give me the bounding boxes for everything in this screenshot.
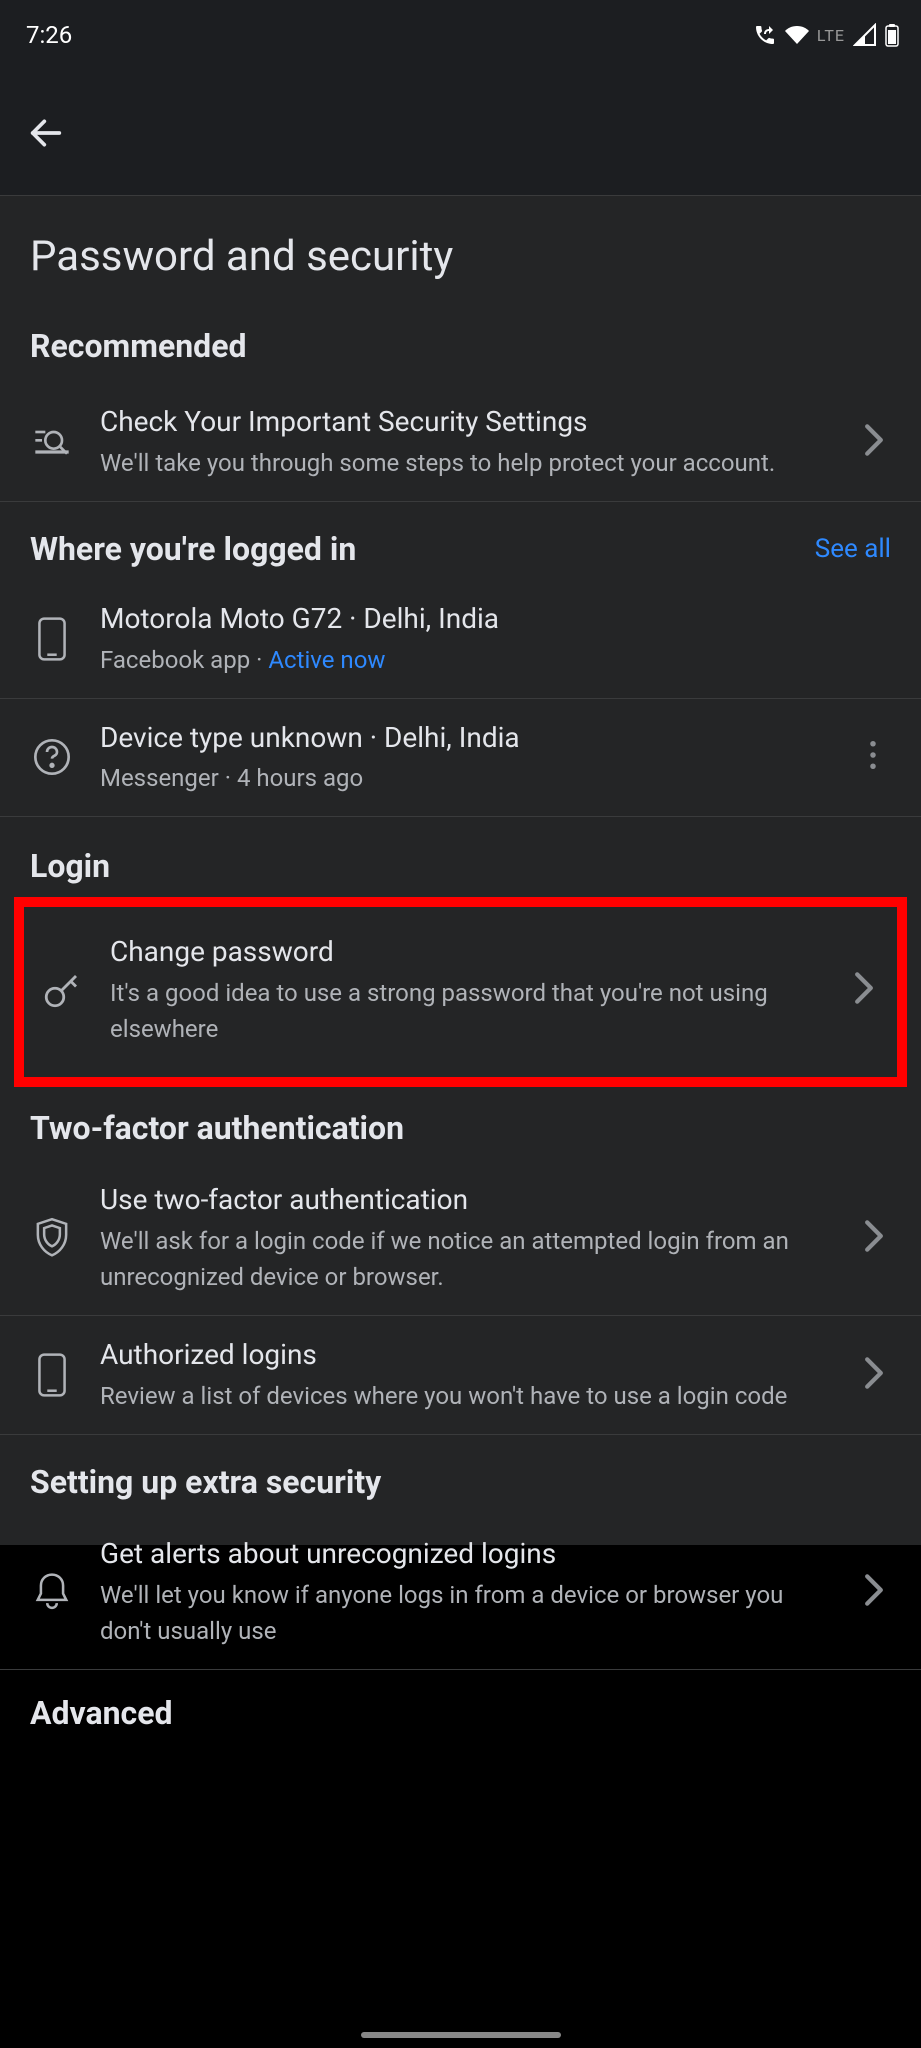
item-title: Check Your Important Security Settings [100, 403, 837, 441]
wifi-icon [785, 23, 809, 47]
home-indicator[interactable] [361, 2032, 561, 2038]
lte-label: LTE [817, 26, 845, 45]
device-title: Device type unknown · Delhi, India [100, 719, 839, 757]
item-subtitle: It's a good idea to use a strong passwor… [110, 975, 827, 1047]
status-bar: 7:26 LTE [0, 0, 921, 70]
section-two-factor-header: Two-factor authentication [0, 1087, 921, 1161]
page-title: Password and security [0, 196, 921, 281]
see-all-link[interactable]: See all [815, 534, 891, 564]
device-subtitle: Facebook app · Active now [100, 642, 891, 678]
item-title: Authorized logins [100, 1336, 837, 1374]
change-password-item[interactable]: Change password It's a good idea to use … [24, 907, 897, 1077]
chevron-right-icon [863, 1219, 885, 1253]
section-login-header: Login [0, 817, 921, 897]
arrow-left-icon [26, 113, 66, 153]
back-button[interactable] [22, 109, 70, 157]
section-logged-in-header-row: Where you're logged in See all [0, 502, 921, 580]
chevron-right-icon [853, 971, 875, 1005]
status-icons: LTE [753, 23, 899, 47]
section-advanced-header: Advanced [0, 1670, 921, 1736]
signal-icon [853, 23, 877, 47]
check-security-settings-item[interactable]: Check Your Important Security Settings W… [0, 383, 921, 501]
section-logged-in-header: Where you're logged in [30, 530, 356, 568]
device-unknown-item[interactable]: Device type unknown · Delhi, India Messe… [0, 699, 921, 817]
chevron-right-icon [863, 423, 885, 457]
item-title: Get alerts about unrecognized logins [100, 1535, 837, 1573]
key-icon [41, 969, 83, 1011]
chevron-right-icon [863, 1356, 885, 1390]
checklist-search-icon [32, 422, 72, 462]
section-recommended-header: Recommended [0, 281, 921, 383]
more-options-button[interactable] [865, 736, 891, 778]
item-title: Use two-factor authentication [100, 1181, 837, 1219]
app-header [0, 70, 921, 196]
status-time: 7:26 [26, 21, 72, 49]
section-extra-security-header: Setting up extra security [0, 1435, 921, 1515]
wifi-calling-icon [753, 23, 777, 47]
shield-icon [32, 1216, 72, 1260]
device-title: Motorola Moto G72 · Delhi, India [100, 600, 891, 638]
phone-icon [35, 1353, 69, 1397]
more-vertical-icon [869, 740, 877, 770]
item-title: Change password [110, 933, 827, 971]
item-subtitle: We'll ask for a login code if we notice … [100, 1223, 837, 1295]
get-alerts-item[interactable]: Get alerts about unrecognized logins We'… [0, 1515, 921, 1669]
highlight-annotation: Change password It's a good idea to use … [14, 897, 907, 1087]
item-subtitle: We'll take you through some steps to hel… [100, 445, 837, 481]
device-subtitle: Messenger · 4 hours ago [100, 760, 839, 796]
authorized-logins-item[interactable]: Authorized logins Review a list of devic… [0, 1316, 921, 1434]
phone-icon [35, 617, 69, 661]
battery-icon [885, 23, 899, 47]
item-subtitle: We'll let you know if anyone logs in fro… [100, 1577, 837, 1649]
question-circle-icon [32, 737, 72, 777]
bell-icon [33, 1571, 71, 1613]
item-subtitle: Review a list of devices where you won't… [100, 1378, 837, 1414]
use-two-factor-item[interactable]: Use two-factor authentication We'll ask … [0, 1161, 921, 1315]
device-motorola-item[interactable]: Motorola Moto G72 · Delhi, India Faceboo… [0, 580, 921, 698]
chevron-right-icon [863, 1573, 885, 1607]
